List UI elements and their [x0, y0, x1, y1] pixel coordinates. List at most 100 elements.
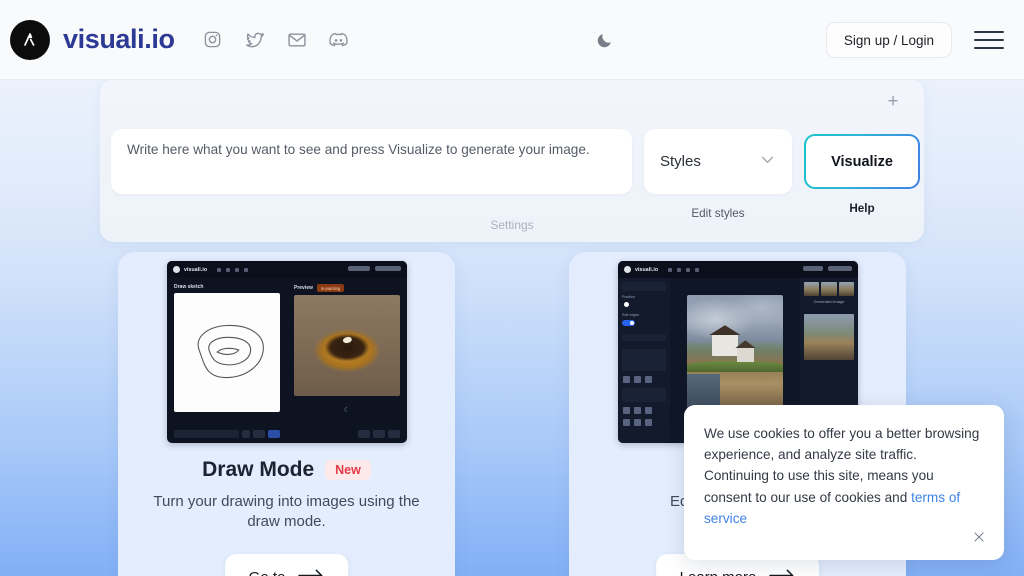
plus-icon[interactable]: +: [882, 90, 904, 112]
variant-thumbnail[interactable]: [821, 282, 837, 296]
card-title-row: Draw Mode New: [118, 458, 455, 482]
brand-logo[interactable]: visuali.io: [10, 19, 175, 60]
image-house-secondary: [736, 347, 754, 363]
site-header: visuali.io Sign up / Login: [0, 0, 1024, 80]
card-description: Turn your drawing into images using the …: [153, 493, 420, 530]
signup-login-label: Sign up / Login: [843, 32, 934, 48]
selected-image-preview[interactable]: [804, 314, 854, 360]
card-title: Draw Mode: [202, 458, 315, 481]
layer-block[interactable]: [622, 388, 666, 402]
styles-label: Styles: [660, 153, 701, 170]
cookie-banner: We use cookies to offer you a better bro…: [684, 405, 1004, 560]
screenshot-topbar-right: [348, 266, 401, 271]
hamburger-menu-icon[interactable]: [974, 28, 1004, 52]
preview-label: Preview: [294, 285, 313, 291]
preview-header: Preview in-painting: [294, 284, 400, 292]
screenshot-pill: [828, 266, 852, 271]
go-to-button[interactable]: Go to: [224, 554, 349, 576]
cookie-text: We use cookies to offer you a better bro…: [704, 423, 984, 529]
arrow-right-icon: [769, 568, 795, 576]
screenshot-logo-icon: [624, 266, 631, 273]
preview-panel: Preview in-painting ☾: [287, 278, 407, 443]
image-grass: [687, 360, 783, 372]
layer-tools: [623, 419, 665, 426]
preview-tag: in-painting: [316, 284, 345, 292]
screenshot-topbar-right: [803, 266, 852, 271]
screenshot-menu-icon: [226, 267, 231, 272]
image-house-main: [711, 334, 738, 357]
instagram-icon[interactable]: [201, 28, 225, 52]
screenshot-menu-icon: [686, 267, 691, 272]
generated-image-label: Generated image: [813, 299, 845, 304]
draw-reset-button[interactable]: [268, 430, 280, 438]
eye-icon[interactable]: [634, 376, 641, 383]
learn-more-label: Learn more: [680, 569, 757, 576]
preview-download-button[interactable]: [388, 430, 400, 438]
eye-icon[interactable]: [634, 419, 641, 426]
chevron-down-icon: [759, 151, 776, 172]
trash-icon[interactable]: [645, 407, 652, 414]
prompt-panel: + Styles Edit styles Visualize: [100, 79, 924, 242]
screenshot-menu-icons: [668, 267, 700, 272]
eye-icon[interactable]: [634, 407, 641, 414]
variant-thumbnails: [804, 282, 854, 296]
brush-icon[interactable]: [623, 407, 630, 414]
screenshot-menu-icon: [668, 267, 673, 272]
discord-icon[interactable]: [327, 28, 351, 52]
twitter-icon[interactable]: [243, 28, 267, 52]
styles-dropdown[interactable]: Styles: [644, 129, 792, 194]
screenshot-menu-icon: [235, 267, 240, 272]
preview-variant-button[interactable]: [373, 430, 385, 438]
page-root: visuali.io Sign up / Login + Write here …: [0, 0, 1024, 576]
preview-toolbar: [294, 430, 400, 438]
generated-donut-image: [294, 295, 400, 396]
draw-sketch-panel: Draw sketch: [167, 278, 287, 443]
draw-mode-body: Draw sketch Preview in-painting ☾: [167, 278, 407, 443]
prompt-controls-row: Styles Edit styles Visualize Help: [111, 129, 920, 220]
layer-tools: [623, 376, 665, 383]
draw-input-field[interactable]: [174, 430, 239, 438]
draw-mode-screenshot: visuali.io Draw sketch Preview in-painti…: [167, 261, 407, 443]
radio-icon[interactable]: [624, 302, 629, 307]
preview-save-button[interactable]: [358, 430, 370, 438]
visualize-label: Visualize: [831, 153, 893, 170]
screenshot-menu-icon: [677, 267, 682, 272]
visualize-button[interactable]: Visualize: [804, 134, 920, 189]
trash-icon[interactable]: [645, 419, 652, 426]
soft-edges-toggle[interactable]: [622, 320, 635, 326]
arrow-right-icon: [298, 568, 324, 576]
signup-login-button[interactable]: Sign up / Login: [825, 22, 952, 58]
brush-icon[interactable]: [623, 376, 630, 383]
layer-block[interactable]: [622, 349, 666, 371]
draw-sketch-label: Draw sketch: [174, 284, 204, 290]
screenshot-pill: [803, 266, 823, 271]
draw-edit-button[interactable]: [253, 430, 265, 438]
sidebar-section[interactable]: [622, 334, 666, 341]
screenshot-pill: [348, 266, 370, 271]
prompt-input[interactable]: [111, 129, 632, 194]
close-icon[interactable]: [968, 526, 990, 548]
draw-tool-icon[interactable]: [242, 430, 250, 438]
sketch-canvas[interactable]: [174, 293, 280, 412]
feature-card-draw-mode[interactable]: visuali.io Draw sketch Preview in-painti…: [118, 252, 455, 576]
variant-thumbnail[interactable]: [838, 282, 854, 296]
moon-icon[interactable]: [592, 28, 616, 52]
email-icon[interactable]: [285, 28, 309, 52]
screenshot-brand: visuali.io: [184, 266, 208, 273]
help-link[interactable]: Help: [849, 202, 874, 215]
settings-link[interactable]: Settings: [100, 218, 924, 232]
layer-tools: [623, 407, 665, 414]
screenshot-topbar: visuali.io: [618, 261, 858, 278]
visualize-column: Visualize Help: [804, 129, 920, 215]
sidebar-section[interactable]: [622, 282, 666, 291]
new-badge: New: [325, 460, 371, 480]
trash-icon[interactable]: [645, 376, 652, 383]
menu-bar-3: [974, 46, 1004, 49]
variant-thumbnail[interactable]: [804, 282, 820, 296]
brand-name: visuali.io: [63, 24, 175, 54]
styles-column: Styles Edit styles: [644, 129, 792, 220]
screenshot-pill: [375, 266, 401, 271]
editor-left-sidebar: Position Soft edges: [618, 278, 670, 443]
brush-icon[interactable]: [623, 419, 630, 426]
sidebar-option-label: Soft edges: [622, 313, 640, 317]
